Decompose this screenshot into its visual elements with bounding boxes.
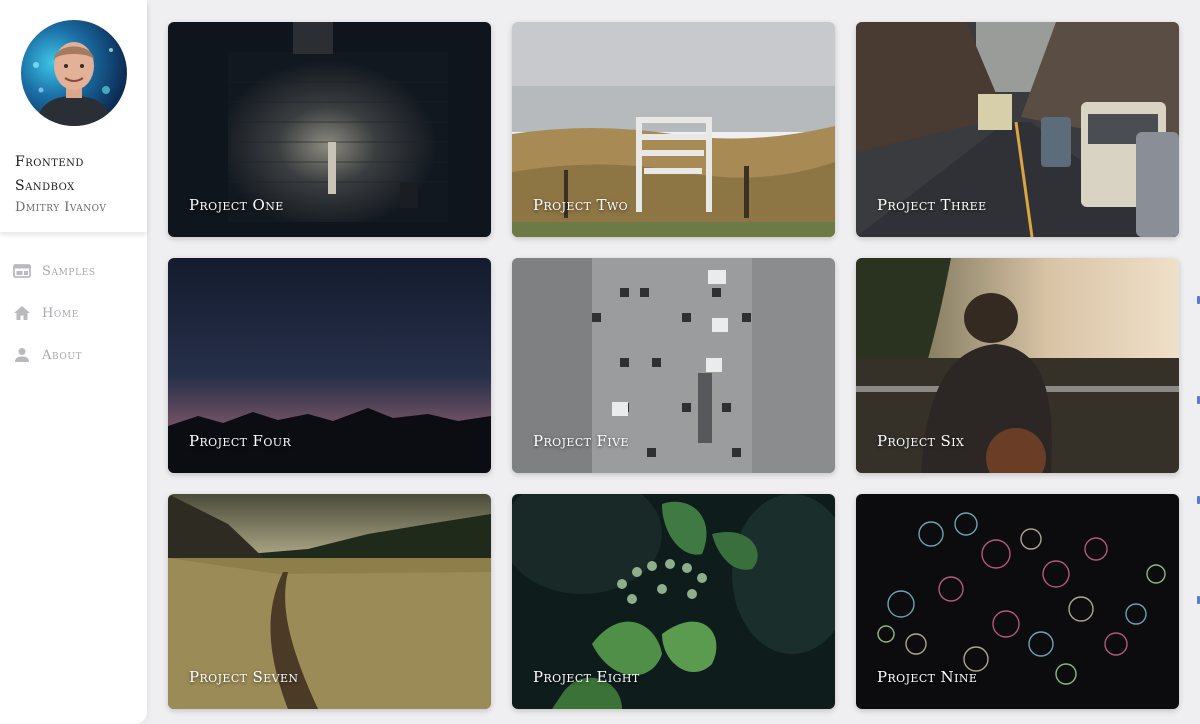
project-card-9[interactable]: Project Nine bbox=[856, 494, 1179, 709]
project-card-6[interactable]: Project Six bbox=[856, 258, 1179, 473]
project-title-9: Project Nine bbox=[877, 668, 978, 686]
project-title-6: Project Six bbox=[877, 432, 965, 450]
nav-label-samples: Samples bbox=[42, 263, 96, 279]
brand-line-1: Frontend bbox=[15, 154, 84, 170]
project-title-4: Project Four bbox=[189, 432, 292, 450]
project-card-5[interactable]: Project Five bbox=[512, 258, 835, 473]
nav-label-home: Home bbox=[42, 305, 79, 321]
home-icon bbox=[13, 304, 31, 322]
app-root: Frontend Sandbox Dmitry Ivanov Samples H… bbox=[0, 0, 1200, 724]
nav-label-about: About bbox=[42, 347, 83, 363]
project-title-3: Project Three bbox=[877, 196, 987, 214]
project-title-7: Project Seven bbox=[189, 668, 299, 686]
avatar[interactable] bbox=[21, 20, 127, 126]
nav-item-about[interactable]: About bbox=[0, 334, 147, 376]
project-title-2: Project Two bbox=[533, 196, 629, 214]
project-card-4[interactable]: Project Four bbox=[168, 258, 491, 473]
author-name: Dmitry Ivanov bbox=[15, 200, 107, 215]
project-title-5: Project Five bbox=[533, 432, 629, 450]
project-title-1: Project One bbox=[189, 196, 284, 214]
project-card-7[interactable]: Project Seven bbox=[168, 494, 491, 709]
nav-item-home[interactable]: Home bbox=[0, 292, 147, 334]
person-icon bbox=[13, 346, 31, 364]
brand-line-2: Sandbox bbox=[15, 178, 75, 194]
sidebar: Frontend Sandbox Dmitry Ivanov Samples H… bbox=[0, 0, 147, 724]
brand: Frontend Sandbox Dmitry Ivanov bbox=[15, 150, 106, 218]
project-title-8: Project Eight bbox=[533, 668, 640, 686]
sidebar-nav: Samples Home About bbox=[0, 250, 147, 376]
project-card-2[interactable]: Project Two bbox=[512, 22, 835, 237]
project-card-3[interactable]: Project Three bbox=[856, 22, 1179, 237]
nav-item-samples[interactable]: Samples bbox=[0, 250, 147, 292]
project-card-1[interactable]: Project One bbox=[168, 22, 491, 237]
profile-panel: Frontend Sandbox Dmitry Ivanov bbox=[0, 0, 147, 232]
web-icon bbox=[13, 262, 31, 280]
project-card-8[interactable]: Project Eight bbox=[512, 494, 835, 709]
